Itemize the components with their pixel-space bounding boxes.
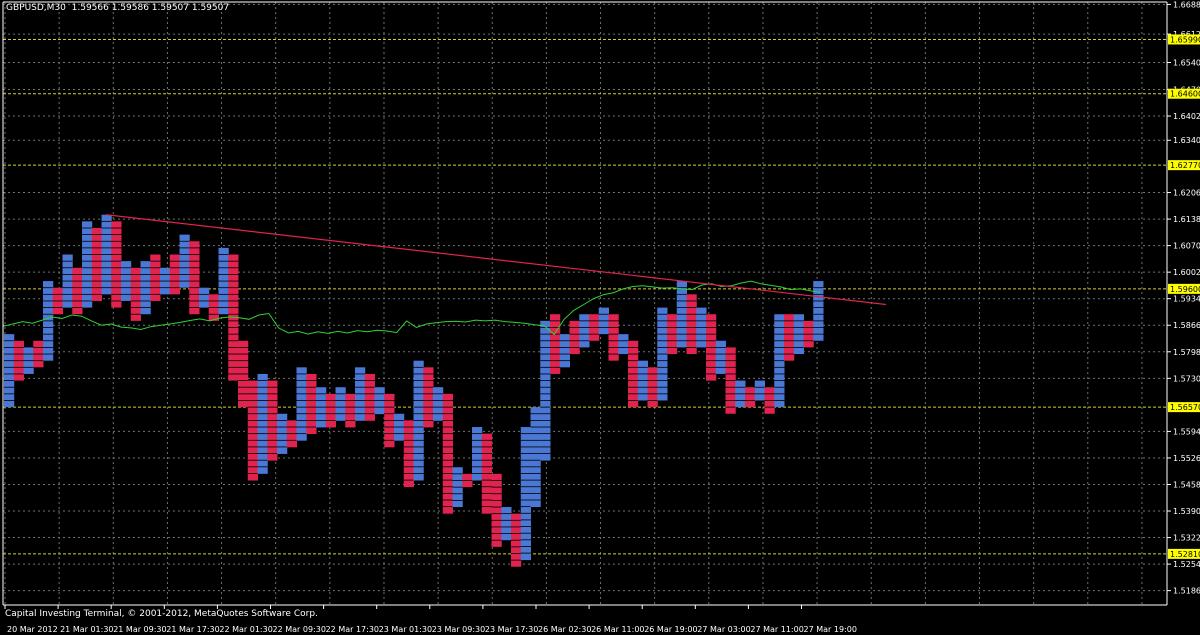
level-label: 1.65990 xyxy=(1170,35,1200,44)
level-label: 1.52810 xyxy=(1170,550,1200,559)
pnf-column-down xyxy=(550,314,561,374)
pnf-column-up xyxy=(618,334,629,355)
level-label: 1.62770 xyxy=(1170,161,1200,170)
pnf-column-down xyxy=(491,473,502,547)
x-tick-label: 26 Mar 02:30 xyxy=(538,625,591,634)
y-tick-label: 1.61388 xyxy=(1173,215,1200,224)
pnf-column-up xyxy=(530,407,541,508)
level-label: 1.56570 xyxy=(1170,403,1200,412)
pnf-column-up xyxy=(257,373,268,474)
pnf-column-down xyxy=(686,294,697,355)
pnf-column-up xyxy=(433,387,444,421)
x-tick-label: 21 Mar 09:30 xyxy=(113,625,166,634)
pnf-column-down xyxy=(345,393,356,428)
pnf-column-up xyxy=(715,340,726,374)
x-tick-label: 21 Mar 01:30 xyxy=(60,625,113,634)
level-label: 1.59600 xyxy=(1170,285,1200,294)
pnf-column-down xyxy=(325,393,336,428)
x-tick-label: 27 Mar 11:00 xyxy=(750,625,803,634)
x-tick-label: 20 Mar 2012 xyxy=(7,625,58,634)
pnf-column-up xyxy=(579,314,590,348)
pnf-column-down xyxy=(91,227,102,301)
y-tick-label: 1.55268 xyxy=(1173,454,1200,463)
pnf-column-down xyxy=(745,387,756,408)
symbol-label: GBPUSD,M30 xyxy=(6,3,66,13)
chart-title: GBPUSD,M30 1.59566 1.59586 1.59507 1.595… xyxy=(6,3,229,13)
pnf-column-up xyxy=(296,367,307,441)
pnf-column-down xyxy=(423,367,434,428)
y-tick-label: 1.54588 xyxy=(1173,480,1200,489)
x-tick-label: 23 Mar 17:30 xyxy=(485,625,538,634)
y-tick-label: 1.60708 xyxy=(1173,242,1200,251)
pnf-column-up xyxy=(501,507,512,541)
pnf-column-down xyxy=(247,380,258,481)
x-tick-label: 22 Mar 17:30 xyxy=(326,625,379,634)
chart-area[interactable]: 1.668881.661281.654001.647081.640281.634… xyxy=(0,0,1200,635)
y-tick-label: 1.55948 xyxy=(1173,427,1200,436)
pnf-column-up xyxy=(199,287,210,308)
x-tick-label: 26 Mar 19:00 xyxy=(644,625,697,634)
x-tick-label: 23 Mar 09:30 xyxy=(432,625,485,634)
x-tick-label: 21 Mar 17:30 xyxy=(166,625,219,634)
y-tick-label: 1.65400 xyxy=(1173,58,1200,67)
y-tick-label: 1.63408 xyxy=(1173,136,1200,145)
y-tick-label: 1.64028 xyxy=(1173,112,1200,121)
y-tick-label: 1.51868 xyxy=(1173,587,1200,596)
y-tick-label: 1.60028 xyxy=(1173,268,1200,277)
level-label: 1.64600 xyxy=(1170,90,1200,99)
y-tick-label: 1.57988 xyxy=(1173,348,1200,357)
y-tick-label: 1.53228 xyxy=(1173,534,1200,543)
pnf-column-down xyxy=(306,373,317,435)
x-tick-label: 26 Mar 11:00 xyxy=(591,625,644,634)
y-tick-label: 1.53908 xyxy=(1173,507,1200,516)
pnf-column-down xyxy=(569,320,580,355)
pnf-column-up xyxy=(559,334,570,368)
x-tick-label: 27 Mar 19:00 xyxy=(804,625,857,634)
pnf-column-up xyxy=(813,281,824,341)
y-tick-label: 1.57308 xyxy=(1173,374,1200,383)
y-tick-label: 1.52548 xyxy=(1173,560,1200,569)
x-tick-label: 27 Mar 03:00 xyxy=(697,625,750,634)
pnf-column-down xyxy=(189,241,200,315)
ohlc-label: 1.59566 1.59586 1.59507 1.59507 xyxy=(71,3,230,13)
copyright-text: Capital Investing Terminal, © 2001-2012,… xyxy=(5,609,318,619)
y-tick-label: 1.66888 xyxy=(1173,0,1200,9)
x-tick-label: 23 Mar 01:30 xyxy=(379,625,432,634)
x-tick-label: 22 Mar 01:30 xyxy=(219,625,272,634)
pnf-column-up xyxy=(540,320,551,461)
y-tick-label: 1.62068 xyxy=(1173,189,1200,198)
pnf-column-up xyxy=(335,387,346,421)
pnf-column-up xyxy=(754,380,765,401)
y-tick-label: 1.59348 xyxy=(1173,295,1200,304)
x-tick-label: 22 Mar 09:30 xyxy=(273,625,326,634)
pnf-column-up xyxy=(4,334,15,408)
y-tick-label: 1.58668 xyxy=(1173,321,1200,330)
